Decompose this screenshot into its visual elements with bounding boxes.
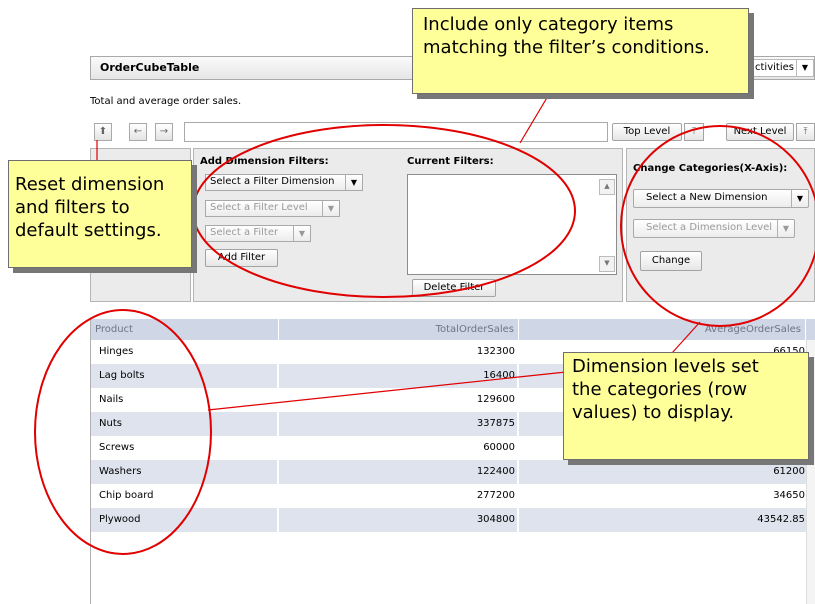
chevron-down-icon: ▼ xyxy=(777,220,794,237)
next-level-button[interactable]: Next Level xyxy=(726,123,794,141)
column-separator xyxy=(517,340,519,532)
callout-levels: Dimension levels set the categories (row… xyxy=(563,352,809,460)
activities-dropdown[interactable]: ctivities ▼ xyxy=(748,59,814,77)
callout-line: the categories (row xyxy=(572,379,748,400)
dimension-level-select[interactable]: Select a Dimension Level ▼ xyxy=(633,219,795,238)
new-dimension-select[interactable]: Select a New Dimension ▼ xyxy=(633,189,809,208)
cell-average: 34650 xyxy=(773,490,805,501)
cell-average: 43542.85 xyxy=(757,514,805,525)
header-filler xyxy=(806,319,815,340)
column-header-product[interactable]: Product xyxy=(91,319,279,340)
scroll-up-icon[interactable]: ▲ xyxy=(599,179,615,195)
cell-product: Nuts xyxy=(99,418,122,429)
chevron-down-icon: ▼ xyxy=(345,175,362,190)
table-row[interactable]: Plywood 304800 43542.85 xyxy=(91,508,815,532)
reset-up-icon[interactable]: ⬆ xyxy=(94,123,112,141)
table-description: Total and average order sales. xyxy=(90,96,242,107)
callout-line: Reset dimension xyxy=(15,174,165,195)
callout-line: default settings. xyxy=(15,220,162,241)
cell-total: 304800 xyxy=(476,514,515,525)
delete-filter-button[interactable]: Delete Filter xyxy=(412,279,496,297)
callout-reset: Reset dimension and filters to default s… xyxy=(8,160,192,268)
chevron-down-icon: ▼ xyxy=(293,226,310,241)
current-filters-list[interactable]: ▲ ▼ xyxy=(407,174,617,275)
column-header-total[interactable]: TotalOrderSales xyxy=(279,319,519,340)
add-dimension-filters-label: Add Dimension Filters: xyxy=(200,156,329,167)
back-arrow-icon[interactable]: ← xyxy=(129,123,147,141)
change-categories-label: Change Categories(X-Axis): xyxy=(633,163,788,174)
cell-total: 129600 xyxy=(476,394,515,405)
callout-line: Dimension levels set xyxy=(572,356,759,377)
cell-product: Screws xyxy=(99,442,135,453)
filter-level-value: Select a Filter Level xyxy=(210,202,308,213)
table-row[interactable]: Chip board 277200 34650 xyxy=(91,484,815,508)
dimension-level-value: Select a Dimension Level xyxy=(646,222,773,233)
top-level-button[interactable]: Top Level xyxy=(612,123,682,141)
forward-arrow-icon[interactable]: → xyxy=(155,123,173,141)
chevron-down-icon: ▼ xyxy=(791,190,808,207)
cell-product: Plywood xyxy=(99,514,141,525)
filter-dimension-value: Select a Filter Dimension xyxy=(210,176,335,187)
cell-product: Chip board xyxy=(99,490,154,501)
cell-average: 61200 xyxy=(773,466,805,477)
callout-line: and filters to xyxy=(15,197,130,218)
table-title: OrderCubeTable xyxy=(100,61,200,74)
cell-product: Lag bolts xyxy=(99,370,145,381)
chevron-down-icon: ▼ xyxy=(322,201,339,216)
cell-product: Hinges xyxy=(99,346,134,357)
scroll-down-icon[interactable]: ▼ xyxy=(599,256,615,272)
new-dimension-value: Select a New Dimension xyxy=(646,192,768,203)
filter-select[interactable]: Select a Filter ▼ xyxy=(205,225,311,242)
cell-total: 337875 xyxy=(476,418,515,429)
callout-line: values) to display. xyxy=(572,402,735,423)
callout-line: Include only category items xyxy=(423,14,674,35)
cell-product: Nails xyxy=(99,394,124,405)
callout-line: matching the filter’s conditions. xyxy=(423,37,710,58)
cell-total: 122400 xyxy=(476,466,515,477)
current-filters-label: Current Filters: xyxy=(407,156,494,167)
navigation-path-field[interactable] xyxy=(184,122,608,142)
activities-label: ctivities xyxy=(755,62,794,73)
cell-total: 60000 xyxy=(483,442,515,453)
cell-total: 132300 xyxy=(476,346,515,357)
column-separator xyxy=(277,340,279,532)
column-header-average[interactable]: AverageOrderSales xyxy=(519,319,806,340)
chevron-down-icon: ▼ xyxy=(796,60,813,76)
next-level-icon[interactable]: ⤒ xyxy=(796,123,815,141)
cell-product: Washers xyxy=(99,466,142,477)
add-filter-button[interactable]: Add Filter xyxy=(205,249,278,267)
filter-value: Select a Filter xyxy=(210,227,279,238)
top-level-icon[interactable]: ⤒ xyxy=(684,123,704,141)
table-row[interactable]: Washers 122400 61200 xyxy=(91,460,815,484)
callout-filter-items: Include only category items matching the… xyxy=(412,8,749,94)
cell-total: 16400 xyxy=(483,370,515,381)
filter-dimension-select[interactable]: Select a Filter Dimension ▼ xyxy=(205,174,363,191)
cell-total: 277200 xyxy=(476,490,515,501)
filter-level-select[interactable]: Select a Filter Level ▼ xyxy=(205,200,340,217)
change-button[interactable]: Change xyxy=(640,251,702,271)
